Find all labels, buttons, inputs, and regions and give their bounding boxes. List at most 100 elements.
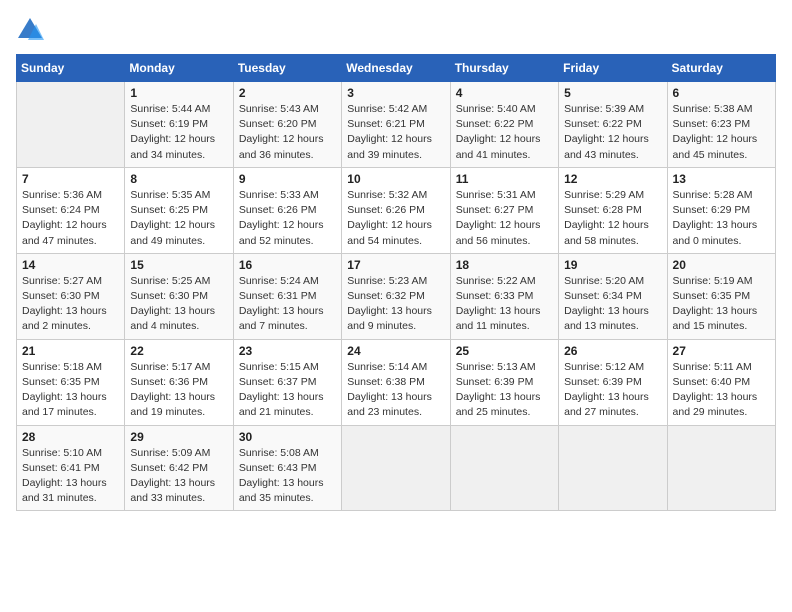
calendar-cell	[17, 82, 125, 168]
calendar-cell: 4 Sunrise: 5:40 AM Sunset: 6:22 PM Daylig…	[450, 82, 558, 168]
day-info: Sunrise: 5:23 AM Sunset: 6:32 PM Dayligh…	[347, 274, 444, 335]
day-of-week-header: Saturday	[667, 55, 775, 82]
calendar-cell: 11Sunrise: 5:31 AM Sunset: 6:27 PM Dayli…	[450, 167, 558, 253]
day-of-week-header: Tuesday	[233, 55, 341, 82]
day-info: Sunrise: 5:12 AM Sunset: 6:39 PM Dayligh…	[564, 360, 661, 421]
calendar-cell: 19Sunrise: 5:20 AM Sunset: 6:34 PM Dayli…	[559, 253, 667, 339]
day-info: Sunrise: 5:09 AM Sunset: 6:42 PM Dayligh…	[130, 446, 227, 507]
calendar-cell	[342, 425, 450, 511]
day-number: 6	[673, 86, 770, 100]
day-info: Sunrise: 5:31 AM Sunset: 6:27 PM Dayligh…	[456, 188, 553, 249]
calendar-week-row: 1 Sunrise: 5:44 AM Sunset: 6:19 PM Daylig…	[17, 82, 776, 168]
day-number: 29	[130, 430, 227, 444]
day-number: 1	[130, 86, 227, 100]
day-number: 8	[130, 172, 227, 186]
calendar-cell: 1 Sunrise: 5:44 AM Sunset: 6:19 PM Daylig…	[125, 82, 233, 168]
day-number: 25	[456, 344, 553, 358]
day-info: Sunrise: 5:15 AM Sunset: 6:37 PM Dayligh…	[239, 360, 336, 421]
day-number: 18	[456, 258, 553, 272]
day-info: Sunrise: 5:28 AM Sunset: 6:29 PM Dayligh…	[673, 188, 770, 249]
calendar-cell: 25 Sunrise: 5:13 AM Sunset: 6:39 PM Dayli…	[450, 339, 558, 425]
day-info: Sunrise: 5:13 AM Sunset: 6:39 PM Dayligh…	[456, 360, 553, 421]
day-info: Sunrise: 5:42 AM Sunset: 6:21 PM Dayligh…	[347, 102, 444, 163]
calendar-cell: 30 Sunrise: 5:08 AM Sunset: 6:43 PM Dayli…	[233, 425, 341, 511]
day-number: 3	[347, 86, 444, 100]
calendar-cell: 22Sunrise: 5:17 AM Sunset: 6:36 PM Dayli…	[125, 339, 233, 425]
day-number: 7	[22, 172, 119, 186]
day-number: 9	[239, 172, 336, 186]
calendar-cell: 7 Sunrise: 5:36 AM Sunset: 6:24 PM Daylig…	[17, 167, 125, 253]
day-info: Sunrise: 5:29 AM Sunset: 6:28 PM Dayligh…	[564, 188, 661, 249]
calendar-week-row: 14 Sunrise: 5:27 AM Sunset: 6:30 PM Dayli…	[17, 253, 776, 339]
calendar-cell: 5Sunrise: 5:39 AM Sunset: 6:22 PM Daylig…	[559, 82, 667, 168]
calendar-cell: 12 Sunrise: 5:29 AM Sunset: 6:28 PM Dayli…	[559, 167, 667, 253]
day-info: Sunrise: 5:10 AM Sunset: 6:41 PM Dayligh…	[22, 446, 119, 507]
calendar-cell: 3 Sunrise: 5:42 AM Sunset: 6:21 PM Daylig…	[342, 82, 450, 168]
logo	[16, 16, 48, 44]
calendar-cell: 18Sunrise: 5:22 AM Sunset: 6:33 PM Dayli…	[450, 253, 558, 339]
calendar-cell: 24 Sunrise: 5:14 AM Sunset: 6:38 PM Dayli…	[342, 339, 450, 425]
days-of-week-row: SundayMondayTuesdayWednesdayThursdayFrid…	[17, 55, 776, 82]
calendar-cell: 15 Sunrise: 5:25 AM Sunset: 6:30 PM Dayli…	[125, 253, 233, 339]
day-number: 16	[239, 258, 336, 272]
day-number: 24	[347, 344, 444, 358]
day-info: Sunrise: 5:43 AM Sunset: 6:20 PM Dayligh…	[239, 102, 336, 163]
day-number: 17	[347, 258, 444, 272]
day-number: 10	[347, 172, 444, 186]
day-info: Sunrise: 5:24 AM Sunset: 6:31 PM Dayligh…	[239, 274, 336, 335]
calendar-cell: 13 Sunrise: 5:28 AM Sunset: 6:29 PM Dayli…	[667, 167, 775, 253]
calendar-cell: 9Sunrise: 5:33 AM Sunset: 6:26 PM Daylig…	[233, 167, 341, 253]
day-info: Sunrise: 5:11 AM Sunset: 6:40 PM Dayligh…	[673, 360, 770, 421]
calendar-cell: 8 Sunrise: 5:35 AM Sunset: 6:25 PM Daylig…	[125, 167, 233, 253]
day-number: 2	[239, 86, 336, 100]
day-number: 23	[239, 344, 336, 358]
day-info: Sunrise: 5:27 AM Sunset: 6:30 PM Dayligh…	[22, 274, 119, 335]
calendar-week-row: 7 Sunrise: 5:36 AM Sunset: 6:24 PM Daylig…	[17, 167, 776, 253]
calendar-cell: 28Sunrise: 5:10 AM Sunset: 6:41 PM Dayli…	[17, 425, 125, 511]
day-info: Sunrise: 5:32 AM Sunset: 6:26 PM Dayligh…	[347, 188, 444, 249]
day-of-week-header: Thursday	[450, 55, 558, 82]
day-info: Sunrise: 5:38 AM Sunset: 6:23 PM Dayligh…	[673, 102, 770, 163]
calendar-week-row: 28Sunrise: 5:10 AM Sunset: 6:41 PM Dayli…	[17, 425, 776, 511]
day-info: Sunrise: 5:08 AM Sunset: 6:43 PM Dayligh…	[239, 446, 336, 507]
day-number: 14	[22, 258, 119, 272]
day-info: Sunrise: 5:25 AM Sunset: 6:30 PM Dayligh…	[130, 274, 227, 335]
calendar-cell: 6 Sunrise: 5:38 AM Sunset: 6:23 PM Daylig…	[667, 82, 775, 168]
calendar-cell	[559, 425, 667, 511]
calendar-header: SundayMondayTuesdayWednesdayThursdayFrid…	[17, 55, 776, 82]
day-of-week-header: Friday	[559, 55, 667, 82]
calendar-cell	[667, 425, 775, 511]
calendar-cell: 29 Sunrise: 5:09 AM Sunset: 6:42 PM Dayli…	[125, 425, 233, 511]
day-info: Sunrise: 5:18 AM Sunset: 6:35 PM Dayligh…	[22, 360, 119, 421]
page-header	[16, 16, 776, 44]
calendar-cell: 20Sunrise: 5:19 AM Sunset: 6:35 PM Dayli…	[667, 253, 775, 339]
day-info: Sunrise: 5:14 AM Sunset: 6:38 PM Dayligh…	[347, 360, 444, 421]
day-info: Sunrise: 5:40 AM Sunset: 6:22 PM Dayligh…	[456, 102, 553, 163]
day-number: 4	[456, 86, 553, 100]
day-of-week-header: Sunday	[17, 55, 125, 82]
day-number: 26	[564, 344, 661, 358]
day-number: 5	[564, 86, 661, 100]
day-of-week-header: Wednesday	[342, 55, 450, 82]
calendar-week-row: 21 Sunrise: 5:18 AM Sunset: 6:35 PM Dayli…	[17, 339, 776, 425]
calendar-body: 1 Sunrise: 5:44 AM Sunset: 6:19 PM Daylig…	[17, 82, 776, 511]
day-info: Sunrise: 5:17 AM Sunset: 6:36 PM Dayligh…	[130, 360, 227, 421]
calendar-cell: 27 Sunrise: 5:11 AM Sunset: 6:40 PM Dayli…	[667, 339, 775, 425]
calendar-cell: 16 Sunrise: 5:24 AM Sunset: 6:31 PM Dayli…	[233, 253, 341, 339]
calendar-table: SundayMondayTuesdayWednesdayThursdayFrid…	[16, 54, 776, 511]
day-number: 21	[22, 344, 119, 358]
day-number: 15	[130, 258, 227, 272]
calendar-cell: 17 Sunrise: 5:23 AM Sunset: 6:32 PM Dayli…	[342, 253, 450, 339]
day-info: Sunrise: 5:20 AM Sunset: 6:34 PM Dayligh…	[564, 274, 661, 335]
day-number: 27	[673, 344, 770, 358]
day-info: Sunrise: 5:36 AM Sunset: 6:24 PM Dayligh…	[22, 188, 119, 249]
day-number: 30	[239, 430, 336, 444]
day-info: Sunrise: 5:35 AM Sunset: 6:25 PM Dayligh…	[130, 188, 227, 249]
calendar-cell: 26 Sunrise: 5:12 AM Sunset: 6:39 PM Dayli…	[559, 339, 667, 425]
calendar-cell: 23 Sunrise: 5:15 AM Sunset: 6:37 PM Dayli…	[233, 339, 341, 425]
day-number: 13	[673, 172, 770, 186]
calendar-cell: 14 Sunrise: 5:27 AM Sunset: 6:30 PM Dayli…	[17, 253, 125, 339]
day-number: 12	[564, 172, 661, 186]
day-info: Sunrise: 5:44 AM Sunset: 6:19 PM Dayligh…	[130, 102, 227, 163]
calendar-cell: 2 Sunrise: 5:43 AM Sunset: 6:20 PM Daylig…	[233, 82, 341, 168]
